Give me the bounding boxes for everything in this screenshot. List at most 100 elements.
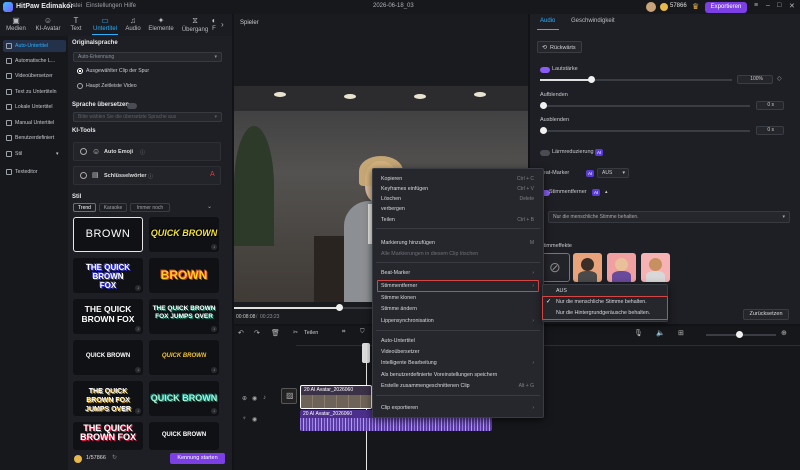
reverse-button[interactable]: ⟲ Rückwärts — [537, 41, 582, 53]
context-item[interactable]: Intelligente Bearbeitung — [381, 360, 437, 366]
info-icon[interactable]: ⓘ — [148, 173, 153, 180]
redo-icon[interactable]: ↷ — [254, 329, 260, 337]
download-icon[interactable]: ↓ — [135, 326, 141, 332]
chevron-down-icon[interactable]: ⌄ — [207, 203, 212, 210]
video-clip[interactable]: 20 AI Avatar_2026060 — [300, 385, 372, 409]
menu-einstellungen[interactable]: Einstellungen — [86, 3, 122, 9]
download-icon[interactable]: ↓ — [211, 367, 217, 373]
style-tile[interactable]: THE QUICK BROWN FOX JUMPS OVER ↓ — [149, 299, 219, 334]
voice-effect-none[interactable]: ⊘ — [541, 253, 570, 282]
fade-out-slider[interactable] — [540, 127, 750, 134]
eye-icon[interactable]: ◉ — [252, 395, 257, 402]
ai-tool-auto-emoji[interactable]: ☺ Auto Emoji ⓘ — [73, 142, 221, 161]
nav-stil[interactable]: Stil ▾ — [3, 148, 66, 160]
text-color-icon[interactable]: A — [210, 171, 215, 178]
style-tab-immer-noch[interactable]: Immer noch — [130, 203, 170, 212]
style-tile[interactable]: THE QUICK BROWN FOX — [73, 422, 143, 450]
context-item[interactable]: Stimme klonen — [381, 295, 416, 301]
nav-text-zu-untertiteln[interactable]: Text zu Untertiteln — [3, 86, 66, 98]
zoom-knob[interactable] — [736, 331, 743, 338]
tool-untertitel[interactable]: ▭ Untertitel — [90, 14, 120, 36]
voice-effect-avatar[interactable] — [641, 253, 670, 282]
tab-geschwindigkeit[interactable]: Geschwindigkeit — [571, 18, 615, 24]
fade-in-input[interactable]: 0 s — [756, 101, 784, 110]
nav-manual-untertitel[interactable]: Manual Untertitel — [3, 117, 66, 129]
volume-knob[interactable] — [588, 76, 595, 83]
maximize-icon[interactable]: □ — [777, 2, 781, 9]
volume-toggle[interactable] — [540, 67, 550, 73]
context-item[interactable]: Kopieren — [381, 176, 402, 182]
context-item[interactable]: Stimmentferner — [381, 283, 417, 289]
download-icon[interactable]: ↓ — [135, 285, 141, 291]
context-item[interactable]: Als benutzerdefinierte Voreinstellungen … — [381, 372, 497, 378]
style-tile[interactable]: THE QUICK BROWN FOX ↓ — [73, 258, 143, 293]
nav-benutzerdefiniert[interactable]: Benutzerdefiniert — [3, 132, 66, 144]
download-icon[interactable]: ↓ — [211, 408, 217, 414]
fade-in-slider[interactable] — [540, 102, 750, 109]
context-item[interactable]: Erstelle zusammengeschnittenen Clip — [381, 383, 470, 389]
delete-icon[interactable]: 🗑 — [271, 329, 280, 337]
zoom-in-icon[interactable]: ⊕ — [781, 329, 787, 337]
style-tile[interactable]: QUICK BROWN ↓ — [149, 217, 219, 252]
cover-button[interactable]: ▨ — [281, 388, 297, 404]
speaker-icon[interactable]: 🔈 — [656, 329, 665, 337]
radio-selected-clip[interactable]: Ausgewählter Clip der Spur — [77, 68, 149, 74]
context-item[interactable]: Löschen — [381, 196, 401, 202]
style-tile[interactable]: QUICK BROWN ↓ — [149, 340, 219, 375]
radio-main-timeline[interactable]: Haupt Zeitleiste Video — [77, 83, 137, 89]
style-tile[interactable]: QUICK BROWN — [149, 422, 219, 450]
style-tab-trend[interactable]: Trend — [73, 203, 96, 212]
menu-icon[interactable]: ≡ — [754, 2, 758, 9]
volume-input[interactable]: 100% — [737, 75, 773, 84]
voice-effect-avatar[interactable] — [573, 253, 602, 282]
nav-auto-untertitel[interactable]: Auto-Untertitel — [3, 40, 66, 52]
nav-texteditor[interactable]: Texteditor — [3, 166, 66, 178]
minimize-icon[interactable]: – — [766, 2, 770, 9]
voice-effect-avatar[interactable] — [607, 253, 636, 282]
tool-text[interactable]: T Text — [61, 14, 91, 36]
fade-out-input[interactable]: 0 s — [756, 126, 784, 135]
audio-track-icon[interactable]: ♆ — [242, 416, 247, 422]
tool-uebergang[interactable]: ⧖ Übergang — [180, 14, 210, 36]
style-tile[interactable]: THE QUICK BROWN FOX JUMPS OVER ↓ — [73, 381, 143, 416]
context-item[interactable]: verbergen — [381, 206, 405, 212]
context-item[interactable]: Markierung hinzufügen — [381, 240, 435, 246]
nav-videouebersetzer[interactable]: Videoübersetzer — [3, 70, 66, 82]
export-button[interactable]: Exportieren — [705, 2, 747, 13]
info-icon[interactable]: ⓘ — [140, 149, 145, 156]
snap-icon[interactable]: ⊞ — [678, 329, 684, 337]
reset-button[interactable]: Zurücksetzen — [743, 309, 789, 320]
crown-icon[interactable]: ♛ — [692, 2, 699, 11]
context-item[interactable]: Stimme ändern — [381, 306, 417, 312]
zoom-slider[interactable] — [706, 331, 776, 338]
nav-automatische-l[interactable]: Automatische L... — [3, 55, 66, 67]
chevron-up-icon[interactable]: ▴ — [605, 189, 608, 195]
download-icon[interactable]: ↓ — [135, 367, 141, 373]
style-tab-karaoke[interactable]: Karaoke — [99, 203, 127, 212]
tool-audio[interactable]: ♫ Audio — [118, 14, 148, 36]
tool-medien[interactable]: ▣ Medien — [1, 14, 31, 36]
chevron-right-icon[interactable]: › — [221, 20, 224, 29]
start-recognition-button[interactable]: Kennung starten — [170, 453, 225, 464]
menu-hilfe[interactable]: Hilfe — [124, 3, 136, 9]
submenu-item-keep-background[interactable]: Nur die Hintergrundgeräusche behalten. — [556, 310, 650, 316]
menu-datei[interactable]: Datei — [68, 3, 82, 9]
style-tile[interactable]: QUICK BROWN ↓ — [149, 381, 219, 416]
progress-knob[interactable] — [336, 304, 343, 311]
ai-tool-keywords[interactable]: ▤ Schlüsselwörter ⓘ A — [73, 166, 221, 185]
shield-icon[interactable]: ⛉ — [360, 329, 365, 336]
refresh-icon[interactable]: ↻ — [112, 454, 117, 461]
submenu-item-keep-voice[interactable]: Nur die menschliche Stimme behalten. — [556, 299, 647, 305]
microphone-icon[interactable]: 🎙 — [634, 329, 643, 337]
tab-audio[interactable]: Audio — [540, 18, 555, 24]
context-item[interactable]: Auto-Untertitel — [381, 338, 415, 344]
split-label[interactable]: Teilen — [304, 330, 318, 336]
voice-remover-select[interactable]: Nur die menschliche Stimme behalten. ▾ — [548, 211, 790, 223]
tool-filter[interactable]: ◐ F — [208, 14, 220, 36]
download-icon[interactable]: ↓ — [211, 326, 217, 332]
volume-slider[interactable] — [540, 76, 732, 83]
translate-language-select[interactable]: Bitte wählen Sie die übersetzte Sprache … — [73, 112, 222, 122]
user-avatar[interactable] — [646, 2, 656, 12]
context-item[interactable]: Keyframes einfügen — [381, 186, 428, 192]
context-item[interactable]: Beat-Marker — [381, 270, 410, 276]
